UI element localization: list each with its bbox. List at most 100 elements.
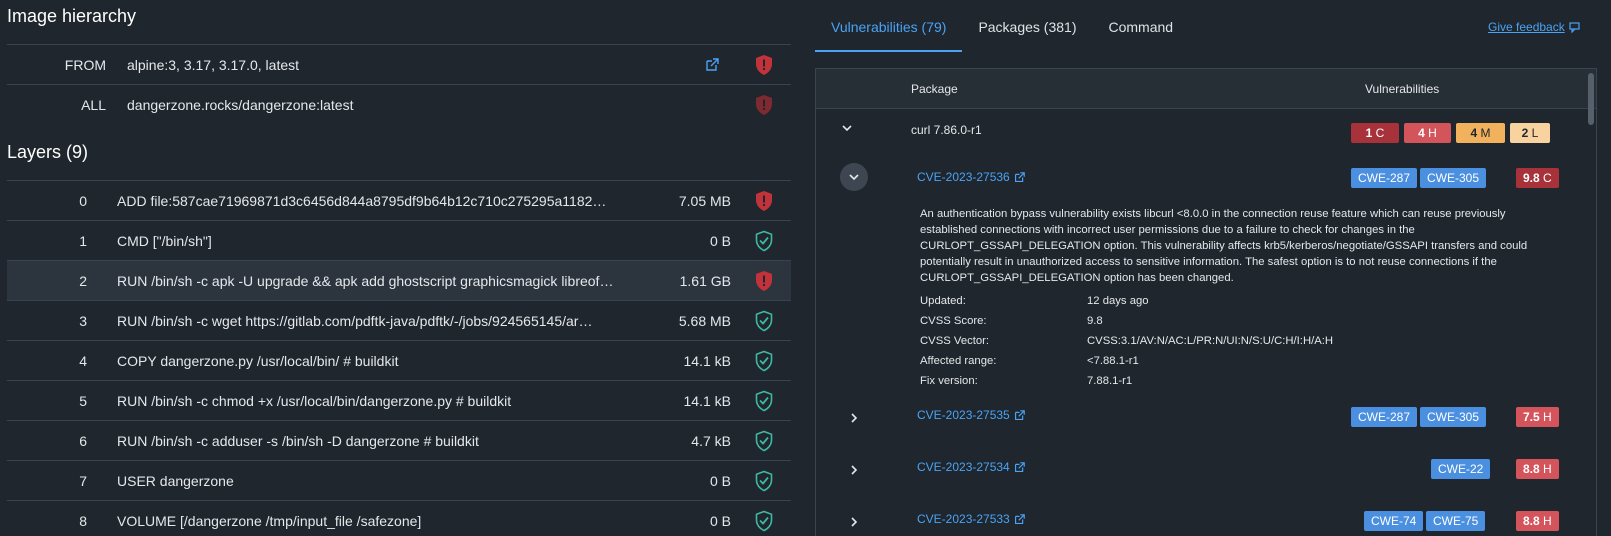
chevron-down-icon[interactable] [840, 121, 854, 138]
high-count-badge: 4 H [1404, 123, 1451, 143]
layer-index: 4 [79, 352, 87, 369]
layer-index: 3 [79, 312, 87, 329]
column-package: Package [911, 82, 958, 96]
app-root: Image hierarchy FROM alpine:3, 3.17, 3.1… [0, 0, 1611, 536]
right-panel: Vulnerabilities (79) Packages (381) Comm… [815, 0, 1611, 536]
layer-size: 0 B [709, 472, 731, 489]
cwe-badge[interactable]: CWE-75 [1426, 511, 1486, 531]
layer-index: 2 [79, 272, 87, 289]
layer-row[interactable]: 1 CMD ["/bin/sh"] 0 B [7, 220, 791, 260]
layer-command: CMD ["/bin/sh"] [117, 232, 212, 249]
meta-updated: 12 days ago [1087, 295, 1149, 307]
external-link-icon [1014, 409, 1025, 420]
layer-index: 1 [79, 232, 87, 249]
cwe-badge[interactable]: CWE-287 [1351, 407, 1418, 427]
layer-size: 5.68 MB [678, 312, 731, 329]
layer-row[interactable]: 4 COPY dangerzone.py /usr/local/bin/ # bu… [7, 340, 791, 380]
layer-row[interactable]: 5 RUN /bin/sh -c chmod +x /usr/local/bin/… [7, 380, 791, 420]
shield-check-icon [755, 310, 773, 337]
layer-size: 0 B [709, 512, 731, 529]
external-link-icon [1014, 171, 1025, 182]
external-link-icon [1014, 513, 1025, 524]
score-badge: 7.5 H [1516, 407, 1559, 427]
meta-label: Fix version: [920, 375, 978, 387]
external-link-icon [1014, 461, 1025, 472]
shield-alert-icon [755, 270, 773, 297]
layer-size: 14.1 kB [683, 352, 731, 369]
hierarchy-row-from[interactable]: FROM alpine:3, 3.17, 3.17.0, latest [7, 44, 791, 84]
layer-row[interactable]: 0 ADD file:587cae71969871d3c6456d844a8795… [7, 180, 791, 220]
cwe-badge[interactable]: CWE-287 [1351, 168, 1418, 188]
layer-row[interactable]: 2 RUN /bin/sh -c apk -U upgrade && apk ad… [7, 260, 791, 300]
cve-link[interactable]: CVE-2023-27533 [917, 512, 1025, 526]
score-badge: 8.8 H [1516, 459, 1559, 479]
hierarchy-table: FROM alpine:3, 3.17, 3.17.0, latest ALL … [7, 44, 791, 124]
layer-index: 7 [79, 472, 87, 489]
hierarchy-row-all[interactable]: ALL dangerzone.rocks/dangerzone:latest [7, 84, 791, 124]
cve-row[interactable]: CVE-2023-27535 CWE-287 CWE-305 7.5 H [816, 399, 1596, 441]
meta-label: CVSS Vector: [920, 335, 990, 347]
cve-link[interactable]: CVE-2023-27534 [917, 460, 1025, 474]
package-row[interactable]: curl 7.86.0-r1 1 C 4 H 4 M 2 L [816, 109, 1596, 151]
layer-command: RUN /bin/sh -c chmod +x /usr/local/bin/d… [117, 392, 512, 409]
layer-index: 8 [79, 512, 87, 529]
chevron-right-icon[interactable] [848, 411, 860, 427]
layer-size: 14.1 kB [683, 392, 731, 409]
vulnerabilities-table: Package Vulnerabilities curl 7.86.0-r1 1… [815, 68, 1597, 536]
layer-row[interactable]: 6 RUN /bin/sh -c adduser -s /bin/sh -D da… [7, 420, 791, 460]
layer-index: 0 [79, 192, 87, 209]
shield-alert-icon [755, 190, 773, 217]
layer-size: 4.7 kB [691, 432, 731, 449]
critical-count-badge: 1 C [1351, 123, 1399, 143]
layer-command: USER dangerzone [117, 472, 234, 489]
cwe-badge[interactable]: CWE-305 [1420, 407, 1487, 427]
hierarchy-value: alpine:3, 3.17, 3.17.0, latest [127, 56, 300, 73]
feedback-label: Give feedback [1488, 20, 1565, 34]
cve-row[interactable]: CVE-2023-27534 CWE-22 8.8 H [816, 451, 1596, 493]
layers-title: Layers (9) [7, 142, 89, 162]
cve-row[interactable]: CVE-2023-27536 CWE-287 CWE-305 9.8 C [816, 161, 1596, 203]
medium-count-badge: 4 M [1456, 123, 1505, 143]
chevron-right-icon[interactable] [848, 463, 860, 479]
shield-check-icon [755, 230, 773, 257]
cwe-badge[interactable]: CWE-305 [1420, 168, 1487, 188]
layer-command: RUN /bin/sh -c wget https://gitlab.com/p… [117, 312, 593, 329]
cve-row[interactable]: CVE-2023-27533 CWE-74 CWE-75 8.8 H [816, 503, 1596, 536]
layer-size: 1.61 GB [679, 272, 731, 289]
score-badge: 8.8 H [1516, 511, 1559, 531]
layer-row[interactable]: 7 USER dangerzone 0 B [7, 460, 791, 500]
meta-label: Updated: [920, 295, 966, 307]
tab-packages[interactable]: Packages (381) [962, 0, 1092, 52]
left-panel: Image hierarchy FROM alpine:3, 3.17, 3.1… [0, 0, 800, 536]
cwe-badge[interactable]: CWE-74 [1364, 511, 1424, 531]
layer-row[interactable]: 8 VOLUME [/dangerzone /tmp/input_file /sa… [7, 500, 791, 536]
chevron-right-icon[interactable] [848, 515, 860, 531]
meta-range: <7.88.1-r1 [1087, 355, 1139, 367]
cve-link[interactable]: CVE-2023-27536 [917, 170, 1025, 184]
shield-alert-icon [756, 55, 772, 75]
layer-command: RUN /bin/sh -c apk -U upgrade && apk add… [117, 272, 614, 289]
cve-description: An authentication bypass vulnerability e… [920, 208, 1528, 284]
shield-alert-icon [756, 95, 772, 115]
give-feedback-link[interactable]: Give feedback [1488, 20, 1581, 34]
tab-command[interactable]: Command [1093, 0, 1190, 52]
image-hierarchy-title: Image hierarchy [7, 6, 137, 26]
layer-command: VOLUME [/dangerzone /tmp/input_file /saf… [117, 512, 422, 529]
shield-check-icon [755, 430, 773, 457]
score-badge: 9.8 C [1516, 168, 1559, 188]
cwe-badge[interactable]: CWE-22 [1431, 459, 1491, 479]
package-name: curl 7.86.0-r1 [911, 123, 982, 137]
meta-label: Affected range: [920, 355, 997, 367]
shield-check-icon [755, 510, 773, 536]
layer-index: 5 [79, 392, 87, 409]
layer-command: COPY dangerzone.py /usr/local/bin/ # bui… [117, 352, 399, 369]
tab-vulnerabilities[interactable]: Vulnerabilities (79) [815, 0, 963, 52]
cve-link[interactable]: CVE-2023-27535 [917, 408, 1025, 422]
low-count-badge: 2 L [1510, 123, 1550, 143]
external-link-icon[interactable] [705, 58, 719, 72]
layer-index: 6 [79, 432, 87, 449]
layers-table: 0 ADD file:587cae71969871d3c6456d844a8795… [7, 180, 791, 536]
shield-check-icon [755, 390, 773, 417]
hierarchy-value: dangerzone.rocks/dangerzone:latest [127, 96, 354, 113]
layer-row[interactable]: 3 RUN /bin/sh -c wget https://gitlab.com/… [7, 300, 791, 340]
